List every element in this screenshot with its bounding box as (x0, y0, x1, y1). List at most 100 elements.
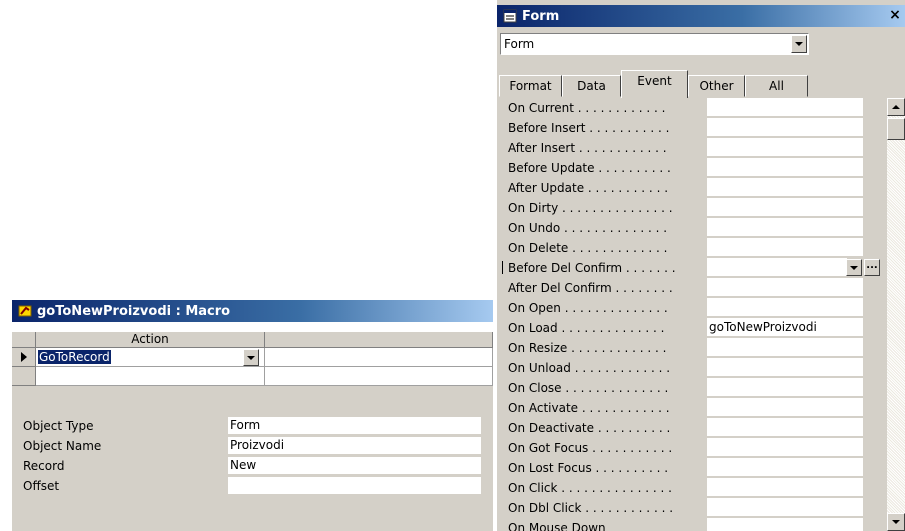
property-row[interactable]: On Mouse Down (500, 518, 887, 531)
property-row[interactable]: After Insert . . . . . . . . . . . . (500, 138, 887, 158)
property-label: On Load . . . . . . . . . . . . . . (508, 321, 665, 335)
action-cell-new[interactable] (36, 367, 265, 386)
property-value-field[interactable] (707, 278, 863, 297)
property-value-field[interactable] (707, 298, 863, 317)
action-dropdown-button[interactable] (243, 349, 259, 366)
comment-cell-new[interactable] (265, 367, 493, 386)
tab-data[interactable]: Data (562, 75, 621, 97)
object-selector-value: Form (504, 37, 535, 51)
scroll-up-button[interactable] (887, 98, 905, 116)
scroll-down-button[interactable] (887, 513, 905, 531)
property-row[interactable]: On Dirty . . . . . . . . . . . . . . . (500, 198, 887, 218)
property-label: On Current . . . . . . . . . . . . (508, 101, 666, 115)
property-row[interactable]: Before Update . . . . . . . . . . (500, 158, 887, 178)
property-row[interactable]: On Click . . . . . . . . . . . . . . . (500, 478, 887, 498)
property-row[interactable]: On Lost Focus . . . . . . . . . . (500, 458, 887, 478)
property-row[interactable]: Before Del Confirm . . . . . . .... (500, 258, 887, 278)
property-value-field[interactable] (707, 238, 863, 257)
property-value-field[interactable] (707, 418, 863, 437)
arg-label-object-name: Object Name (23, 439, 102, 453)
arg-label-offset: Offset (23, 479, 60, 493)
action-column-header: Action (36, 332, 265, 348)
action-combo[interactable]: GoToRecord (38, 349, 259, 366)
property-value-field[interactable] (707, 378, 863, 397)
property-value-field[interactable] (707, 158, 863, 177)
property-value-field[interactable]: goToNewProizvodi (707, 318, 863, 337)
tab-format[interactable]: Format (499, 75, 562, 97)
property-sheet-title-bar[interactable]: Form × (497, 5, 905, 27)
property-label: On Mouse Down (508, 521, 606, 531)
property-value-field[interactable] (707, 198, 863, 217)
arg-field-object-type[interactable]: Form (228, 417, 481, 434)
property-row[interactable]: On Load . . . . . . . . . . . . . . goToN… (500, 318, 887, 338)
property-sheet-title: Form (522, 8, 560, 24)
scroll-thumb[interactable] (887, 118, 905, 140)
object-selector-dropdown-button[interactable] (791, 35, 807, 53)
property-value-field[interactable] (707, 338, 863, 357)
comment-column-header (265, 332, 493, 348)
property-list-scrollbar[interactable] (887, 98, 905, 531)
property-row[interactable]: On Current . . . . . . . . . . . . (500, 98, 887, 118)
close-icon[interactable]: × (887, 7, 903, 23)
property-row[interactable]: On Unload . . . . . . . . . . . . . (500, 358, 887, 378)
macro-window: goToNewProizvodi : Macro Action GoToReco… (12, 300, 493, 531)
arg-field-object-name[interactable]: Proizvodi (228, 437, 481, 454)
arrow-down-icon (892, 520, 900, 524)
arg-field-offset[interactable] (228, 477, 481, 494)
property-value-field[interactable] (707, 398, 863, 417)
property-row[interactable]: Before Insert . . . . . . . . . . . (500, 118, 887, 138)
property-label: On Activate . . . . . . . . . . . . (508, 401, 670, 415)
tab-event[interactable]: Event (621, 70, 688, 98)
property-label: Before Del Confirm . . . . . . . (508, 261, 676, 275)
property-row[interactable]: On Undo . . . . . . . . . . . . . . (500, 218, 887, 238)
property-value-field[interactable] (707, 118, 863, 137)
property-label: On Lost Focus . . . . . . . . . . (508, 461, 669, 475)
property-label: On Undo . . . . . . . . . . . . . . (508, 221, 668, 235)
property-label: After Del Confirm . . . . . . . . (508, 281, 673, 295)
property-value-field[interactable] (707, 458, 863, 477)
property-row[interactable]: On Deactivate . . . . . . . . . . (500, 418, 887, 438)
text-cursor (502, 261, 503, 274)
property-row[interactable]: After Del Confirm . . . . . . . . (500, 278, 887, 298)
property-dropdown-button[interactable] (846, 259, 862, 276)
property-label: Before Update . . . . . . . . . . (508, 161, 671, 175)
macro-title: goToNewProizvodi : Macro (37, 303, 231, 319)
property-label: On Delete . . . . . . . . . . . . . (508, 241, 668, 255)
property-row[interactable]: On Delete . . . . . . . . . . . . . (500, 238, 887, 258)
property-row[interactable]: On Resize . . . . . . . . . . . . . (500, 338, 887, 358)
property-row[interactable]: On Activate . . . . . . . . . . . . (500, 398, 887, 418)
arg-label-object-type: Object Type (23, 419, 94, 433)
arrow-up-icon (892, 105, 900, 109)
property-label: Before Insert . . . . . . . . . . . (508, 121, 670, 135)
macro-icon (18, 304, 32, 318)
tab-other[interactable]: Other (688, 75, 745, 97)
property-label: After Update . . . . . . . . . . . (508, 181, 669, 195)
property-value-field[interactable] (707, 178, 863, 197)
property-row[interactable]: On Got Focus . . . . . . . . . . . (500, 438, 887, 458)
tab-all[interactable]: All (745, 75, 808, 97)
macro-title-bar[interactable]: goToNewProizvodi : Macro (12, 300, 493, 322)
property-value-field[interactable] (707, 218, 863, 237)
build-button[interactable]: ... (864, 259, 880, 276)
property-row[interactable]: On Close . . . . . . . . . . . . . . (500, 378, 887, 398)
object-selector[interactable]: Form (500, 33, 809, 55)
row-selector-current[interactable] (12, 348, 36, 367)
property-value-field[interactable] (707, 98, 863, 117)
comment-cell[interactable] (265, 348, 493, 367)
property-value-field[interactable] (707, 258, 847, 277)
property-row[interactable]: On Open . . . . . . . . . . . . . . (500, 298, 887, 318)
property-value-field[interactable] (707, 138, 863, 157)
property-value-field[interactable] (707, 438, 863, 457)
property-value-field[interactable] (707, 498, 863, 517)
property-value-field[interactable] (707, 358, 863, 377)
property-sheet-window: Form × Form Format Data Event Other All … (497, 0, 905, 531)
property-label: On Dirty . . . . . . . . . . . . . . . (508, 201, 673, 215)
property-value-field[interactable] (707, 478, 863, 497)
property-sheet-icon (503, 9, 517, 23)
property-row[interactable]: After Update . . . . . . . . . . . (500, 178, 887, 198)
property-row[interactable]: On Dbl Click . . . . . . . . . . . . (500, 498, 887, 518)
arg-field-record[interactable]: New (228, 457, 481, 474)
property-label: On Open . . . . . . . . . . . . . . (508, 301, 668, 315)
property-value-field[interactable] (707, 518, 863, 531)
row-selector-new[interactable] (12, 367, 36, 386)
